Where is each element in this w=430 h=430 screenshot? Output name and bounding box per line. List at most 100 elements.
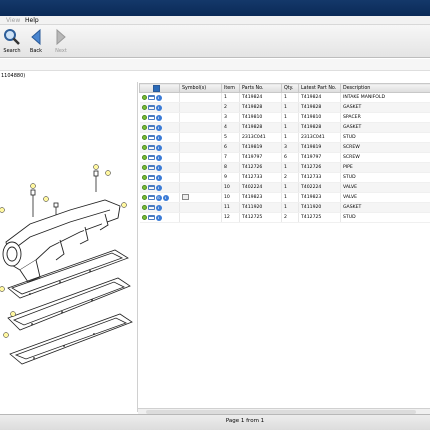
- menu-bar: View Help: [0, 16, 430, 25]
- next-button[interactable]: Next: [50, 27, 72, 57]
- item-cell: 10: [221, 182, 240, 193]
- table-row[interactable]: i 12 T412725 2 T412725 STUD: [139, 212, 430, 223]
- breadcrumb-strip: [0, 59, 430, 71]
- info-icon[interactable]: i: [155, 114, 162, 121]
- info-icon[interactable]: i: [155, 204, 162, 211]
- table-row[interactable]: i 4 T419828 1 T419828 GASKET: [139, 122, 430, 133]
- cart-icon[interactable]: [147, 105, 155, 110]
- table-row[interactable]: i 5 2313C041 1 2313C041 STUD: [139, 132, 430, 143]
- info-icon[interactable]: i: [155, 184, 162, 191]
- back-label: Back: [29, 48, 43, 54]
- status-dot-icon[interactable]: [141, 125, 147, 130]
- col-latest-part-no[interactable]: Latest Part No.: [298, 83, 341, 93]
- info-icon[interactable]: i: [155, 154, 162, 161]
- col-item[interactable]: Item: [221, 83, 240, 93]
- item-cell: 6: [221, 142, 240, 153]
- table-row[interactable]: i 6 T419819 3 T419819 SCREW: [139, 142, 430, 153]
- part-no-cell: T412725: [239, 212, 282, 223]
- search-button[interactable]: Search: [1, 27, 23, 57]
- s-icon[interactable]: S: [155, 194, 162, 201]
- status-dot-icon[interactable]: [141, 205, 147, 210]
- row-actions: i: [139, 102, 180, 113]
- status-bar: Page 1 from 1: [0, 414, 430, 430]
- description-cell: SPACER: [340, 112, 430, 123]
- cart-icon[interactable]: [147, 175, 155, 180]
- row-actions: i: [139, 182, 180, 193]
- description-cell: STUD: [340, 172, 430, 183]
- info-icon[interactable]: i: [155, 164, 162, 171]
- cart-icon[interactable]: [147, 145, 155, 150]
- table-row[interactable]: i 9 T412733 2 T412733 STUD: [139, 172, 430, 183]
- status-dot-icon[interactable]: [141, 185, 147, 190]
- item-cell: 9: [221, 172, 240, 183]
- table-row[interactable]: i 10 T402224 1 T402224 VALVE: [139, 182, 430, 193]
- search-label: Search: [3, 48, 21, 54]
- table-row[interactable]: i 7 T419797 6 T419797 SCREW: [139, 152, 430, 163]
- symbols-cell: [179, 102, 222, 113]
- table-row[interactable]: i 3 T419810 1 T419810 SPACER: [139, 112, 430, 123]
- status-dot-icon[interactable]: [141, 135, 147, 140]
- cart-icon[interactable]: [147, 165, 155, 170]
- cart-icon[interactable]: [147, 125, 155, 130]
- item-cell: 5: [221, 132, 240, 143]
- cart-icon[interactable]: [147, 185, 155, 190]
- status-dot-icon[interactable]: [141, 165, 147, 170]
- symbols-cell: [179, 162, 222, 173]
- status-dot-icon[interactable]: [141, 105, 147, 110]
- info-icon[interactable]: i: [155, 94, 162, 101]
- col-part-no[interactable]: Parts No.: [239, 83, 282, 93]
- item-cell: 10: [221, 192, 240, 203]
- status-dot-icon[interactable]: [141, 215, 147, 220]
- description-cell: SCREW: [340, 142, 430, 153]
- row-actions: i: [139, 122, 180, 133]
- item-cell: 3: [221, 112, 240, 123]
- info-icon[interactable]: i: [155, 124, 162, 131]
- title-bar: [0, 0, 430, 16]
- select-column-header[interactable]: [139, 83, 180, 93]
- table-row[interactable]: i 2 T419828 1 T419828 GASKET: [139, 102, 430, 113]
- info-icon[interactable]: i: [162, 194, 169, 201]
- menu-view[interactable]: View: [6, 16, 20, 25]
- select-all-icon[interactable]: [153, 84, 160, 92]
- info-icon[interactable]: i: [155, 174, 162, 181]
- symbols-cell: [179, 182, 222, 193]
- latest-part-cell: T411920: [298, 202, 341, 213]
- part-no-cell: T419828: [239, 122, 282, 133]
- row-actions: i: [139, 142, 180, 153]
- menu-help[interactable]: Help: [25, 16, 39, 25]
- model-code: 1104880): [1, 73, 26, 79]
- magnify-icon[interactable]: [182, 193, 189, 200]
- info-icon[interactable]: i: [155, 214, 162, 221]
- qty-cell: 2: [281, 172, 299, 183]
- cart-icon[interactable]: [147, 115, 155, 120]
- status-dot-icon[interactable]: [141, 115, 147, 120]
- cart-icon[interactable]: [147, 215, 155, 220]
- col-description[interactable]: Description: [340, 83, 430, 93]
- latest-part-cell: T412725: [298, 212, 341, 223]
- cart-icon[interactable]: [147, 135, 155, 140]
- part-no-cell: T419797: [239, 152, 282, 163]
- table-row[interactable]: i 8 T412726 1 T412726 PIPE: [139, 162, 430, 173]
- qty-cell: 1: [281, 202, 299, 213]
- cart-icon[interactable]: [147, 95, 155, 100]
- cart-icon[interactable]: [147, 205, 155, 210]
- info-icon[interactable]: i: [155, 134, 162, 141]
- status-dot-icon[interactable]: [141, 95, 147, 100]
- row-actions: i: [139, 132, 180, 143]
- col-qty[interactable]: Qty.: [281, 83, 299, 93]
- parts-diagram[interactable]: [0, 82, 137, 412]
- col-symbols[interactable]: Symbol(s): [179, 83, 222, 93]
- info-icon[interactable]: i: [155, 104, 162, 111]
- status-dot-icon[interactable]: [141, 195, 147, 200]
- status-dot-icon[interactable]: [141, 155, 147, 160]
- status-dot-icon[interactable]: [141, 175, 147, 180]
- status-dot-icon[interactable]: [141, 145, 147, 150]
- table-row[interactable]: i 1 T419824 1 T419824 INTAKE MANIFOLD: [139, 92, 430, 103]
- table-row[interactable]: Si 10 T419823 1 T419823 VALVE: [139, 192, 430, 203]
- item-cell: 7: [221, 152, 240, 163]
- cart-icon[interactable]: [147, 195, 155, 200]
- back-button[interactable]: Back: [25, 27, 47, 57]
- cart-icon[interactable]: [147, 155, 155, 160]
- table-row[interactable]: i 11 T411920 1 T411920 GASKET: [139, 202, 430, 213]
- info-icon[interactable]: i: [155, 144, 162, 151]
